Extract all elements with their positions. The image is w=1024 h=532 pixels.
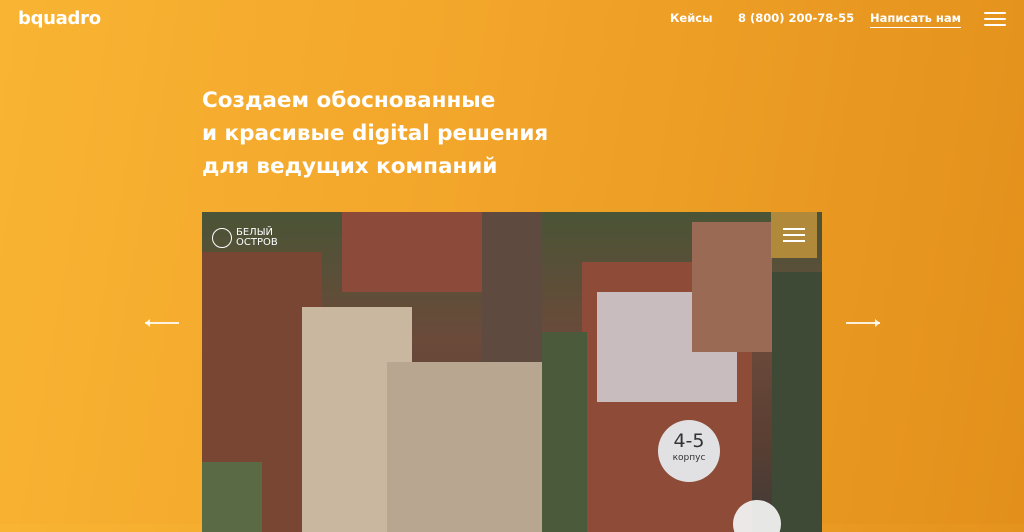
hero-line-3: для ведущих компаний [202, 154, 498, 179]
slide-menu-button[interactable] [771, 212, 817, 258]
logo[interactable]: bquadro [18, 8, 101, 29]
trees-shape [772, 272, 822, 532]
arrow-left-icon[interactable] [145, 319, 179, 327]
hero-line-1: Создаем обоснованные [202, 88, 496, 113]
arrow-right-icon[interactable] [846, 319, 880, 327]
nav-write-us-link[interactable]: Написать нам [870, 11, 962, 28]
trees-shape [542, 332, 587, 532]
building-shape [692, 222, 772, 352]
hamburger-icon[interactable] [984, 12, 1006, 28]
trees-shape [202, 462, 262, 532]
building-shape [387, 362, 547, 532]
diamond-icon [212, 228, 232, 248]
hero-headline: Создаем обоснованные и красивые digital … [202, 84, 548, 183]
slide-brand-line-2: ОСТРОВ [236, 237, 278, 248]
badge-number: 4-5 [673, 430, 705, 452]
building-badge[interactable]: 4-5 корпус [658, 420, 720, 482]
building-shape [482, 212, 542, 362]
badge-label: корпус [672, 453, 706, 463]
project-slide-image[interactable]: БЕЛЫЙ ОСТРОВ 4-5 корпус [202, 212, 822, 532]
hero-line-2: и красивые digital решения [202, 121, 549, 146]
nav-cases-link[interactable]: Кейсы [670, 11, 712, 25]
building-shape [342, 212, 492, 292]
nav-phone-link[interactable]: 8 (800) 200-78-55 [738, 11, 854, 25]
slide-brand-logo: БЕЛЫЙ ОСТРОВ [212, 228, 278, 248]
